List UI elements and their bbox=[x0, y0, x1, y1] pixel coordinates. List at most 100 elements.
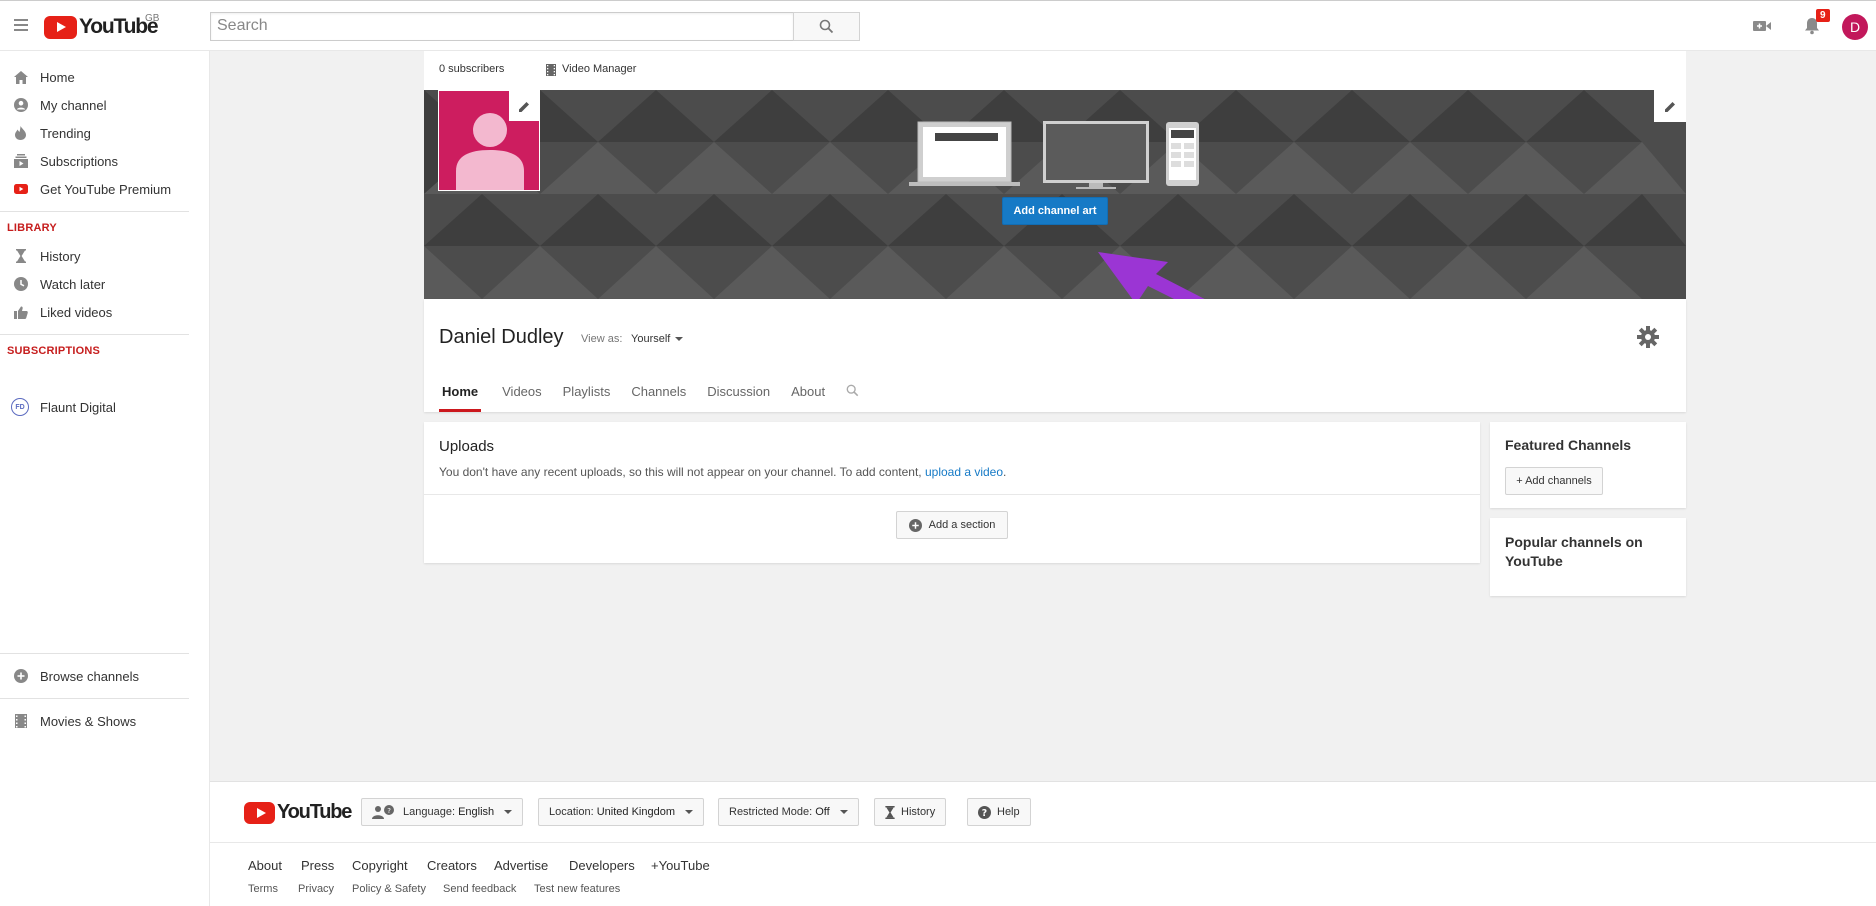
footer-link-developers[interactable]: Developers bbox=[569, 858, 635, 873]
channel-tabs: Home Videos Playlists Channels Discussio… bbox=[439, 375, 880, 412]
masthead: YouTube GB Search 9 D bbox=[0, 0, 1876, 51]
subscriptions-header: SUBSCRIPTIONS bbox=[7, 345, 101, 357]
channel-top-bar: 0 subscribers Video Manager bbox=[424, 51, 1686, 90]
channel-banner bbox=[424, 90, 1686, 299]
channel-settings-button[interactable] bbox=[1637, 326, 1659, 351]
view-as-dropdown[interactable]: Yourself bbox=[631, 333, 684, 345]
video-manager-link[interactable]: Video Manager bbox=[562, 63, 636, 75]
account-icon bbox=[13, 98, 28, 113]
thumbs-up-icon bbox=[13, 305, 28, 320]
gear-icon bbox=[1637, 326, 1659, 348]
notification-count-badge: 9 bbox=[1816, 9, 1830, 22]
popular-channels-card: Popular channels on YouTube bbox=[1490, 518, 1686, 596]
sidebar-item-movies-shows[interactable]: Movies & Shows bbox=[0, 707, 200, 735]
caret-down-icon bbox=[675, 337, 684, 342]
help-icon: ? bbox=[978, 805, 991, 819]
footer-link-about[interactable]: About bbox=[248, 858, 282, 873]
footer-help-button[interactable]: ? Help bbox=[967, 798, 1031, 826]
tab-home[interactable]: Home bbox=[439, 375, 482, 412]
clock-icon bbox=[13, 277, 28, 292]
footer-link-policy-safety[interactable]: Policy & Safety bbox=[352, 883, 426, 895]
channel-name: Daniel Dudley bbox=[439, 326, 564, 348]
tab-about[interactable]: About bbox=[791, 375, 825, 412]
library-header: LIBRARY bbox=[7, 222, 57, 234]
footer-youtube-logo[interactable]: YouTube bbox=[244, 801, 352, 824]
channel-profile-picture[interactable] bbox=[438, 90, 540, 191]
sidebar-divider bbox=[0, 334, 189, 335]
featured-channels-title: Featured Channels bbox=[1505, 437, 1632, 453]
country-code: GB bbox=[145, 13, 160, 24]
sidebar-item-home[interactable]: Home bbox=[0, 63, 200, 91]
sidebar-item-my-channel[interactable]: My channel bbox=[0, 91, 200, 119]
pencil-icon bbox=[518, 101, 529, 112]
sidebar-divider bbox=[0, 698, 189, 699]
subscriber-count: 0 subscribers bbox=[439, 63, 505, 75]
footer-link-creators[interactable]: Creators bbox=[427, 858, 477, 873]
footer-link-send-feedback[interactable]: Send feedback bbox=[443, 883, 516, 895]
search-input[interactable]: Search bbox=[210, 12, 794, 41]
footer-link-press[interactable]: Press bbox=[301, 858, 334, 873]
channel-info-panel: Daniel Dudley View as: Yourself Home Vid… bbox=[424, 299, 1686, 412]
sidebar-item-watch-later[interactable]: Watch later bbox=[0, 270, 200, 298]
add-circle-icon bbox=[13, 669, 28, 684]
search-button[interactable] bbox=[793, 12, 860, 41]
sidebar-divider bbox=[0, 211, 189, 212]
language-icon: ? bbox=[372, 805, 394, 819]
sidebar-divider bbox=[0, 653, 189, 654]
divider bbox=[424, 494, 1480, 495]
sidebar-item-browse-channels[interactable]: Browse channels bbox=[0, 662, 200, 690]
tab-videos[interactable]: Videos bbox=[502, 375, 542, 412]
caret-down-icon bbox=[504, 810, 513, 814]
footer-link-terms[interactable]: Terms bbox=[248, 883, 278, 895]
film-icon bbox=[13, 714, 28, 729]
sidebar-item-premium[interactable]: Get YouTube Premium bbox=[0, 175, 200, 203]
channel-search-button[interactable] bbox=[846, 375, 859, 412]
video-manager-icon bbox=[546, 64, 556, 76]
svg-text:?: ? bbox=[982, 808, 987, 819]
footer: YouTube ? Language: English Location: Un… bbox=[210, 781, 1876, 906]
youtube-red-icon bbox=[13, 182, 28, 197]
upload-video-icon[interactable] bbox=[1751, 15, 1773, 37]
uploads-message: You don't have any recent uploads, so th… bbox=[439, 465, 1007, 479]
footer-link-privacy[interactable]: Privacy bbox=[298, 883, 334, 895]
flame-icon bbox=[13, 126, 28, 141]
add-section-button[interactable]: Add a section bbox=[896, 511, 1008, 539]
footer-history-button[interactable]: History bbox=[874, 798, 947, 826]
sidebar-item-subscriptions[interactable]: Subscriptions bbox=[0, 147, 200, 175]
footer-link-advertise[interactable]: Advertise bbox=[494, 858, 548, 873]
add-channels-button[interactable]: + Add channels bbox=[1505, 467, 1603, 495]
account-avatar[interactable]: D bbox=[1842, 14, 1868, 40]
sidebar-item-flaunt-digital[interactable]: FD Flaunt Digital bbox=[0, 393, 200, 421]
hourglass-icon bbox=[885, 805, 895, 819]
youtube-play-icon bbox=[44, 15, 77, 39]
youtube-logo[interactable]: YouTube bbox=[44, 15, 159, 39]
add-channel-art-button[interactable]: Add channel art bbox=[1002, 197, 1108, 225]
location-dropdown[interactable]: Location: United Kingdom bbox=[538, 798, 704, 826]
restricted-mode-dropdown[interactable]: Restricted Mode: Off bbox=[718, 798, 859, 826]
language-dropdown[interactable]: ? Language: English bbox=[361, 798, 524, 826]
popular-channels-title: Popular channels on YouTube bbox=[1505, 534, 1643, 569]
tab-channels[interactable]: Channels bbox=[631, 375, 686, 412]
search-icon bbox=[846, 384, 859, 397]
banner-triangle-pattern bbox=[424, 90, 1686, 299]
uploads-card: Uploads You don't have any recent upload… bbox=[424, 422, 1480, 563]
footer-link-copyright[interactable]: Copyright bbox=[352, 858, 408, 873]
home-icon bbox=[13, 70, 28, 85]
footer-link-plus-youtube[interactable]: +YouTube bbox=[651, 858, 710, 873]
channel-avatar-flaunt-digital: FD bbox=[11, 398, 29, 416]
footer-link-test-new-features[interactable]: Test new features bbox=[534, 883, 620, 895]
edit-banner-button[interactable] bbox=[1654, 90, 1686, 122]
pencil-icon bbox=[1664, 101, 1675, 112]
sidebar-item-history[interactable]: History bbox=[0, 242, 200, 270]
tab-playlists[interactable]: Playlists bbox=[563, 375, 611, 412]
upload-video-link[interactable]: upload a video bbox=[925, 465, 1003, 479]
sidebar-item-trending[interactable]: Trending bbox=[0, 119, 200, 147]
sidebar: Home My channel Trending Subscriptions G… bbox=[0, 51, 210, 906]
menu-icon[interactable] bbox=[14, 19, 28, 31]
sidebar-item-liked-videos[interactable]: Liked videos bbox=[0, 298, 200, 326]
caret-down-icon bbox=[685, 810, 693, 814]
uploads-title: Uploads bbox=[439, 438, 495, 455]
tab-discussion[interactable]: Discussion bbox=[707, 375, 770, 412]
hourglass-icon bbox=[13, 249, 28, 264]
edit-profile-picture-button[interactable] bbox=[509, 91, 539, 121]
